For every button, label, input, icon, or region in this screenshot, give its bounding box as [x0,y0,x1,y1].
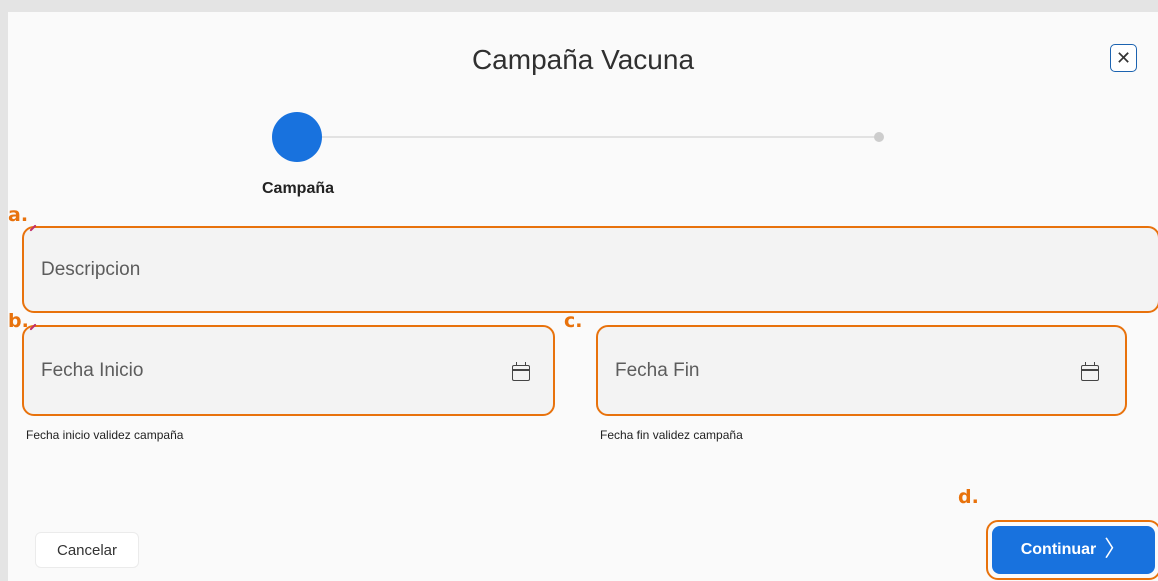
descripcion-input[interactable] [24,228,1158,311]
fecha-inicio-helper: Fecha inicio validez campaña [26,428,184,442]
continue-label: Continuar [1020,541,1097,558]
fecha-fin-input[interactable] [598,327,1125,414]
fecha-fin-field [596,325,1127,416]
step-1-indicator [272,112,322,162]
step-2-indicator [874,132,884,142]
descripcion-field [22,224,1158,313]
continue-button[interactable]: Continuar 〉 [992,526,1155,574]
campaign-dialog: Campaña Vacuna ✕ Campaña a. b. Fecha ini… [8,12,1158,581]
dialog-title: Campaña Vacuna [471,44,695,75]
calendar-icon[interactable] [512,362,530,381]
cancel-button[interactable]: Cancelar [35,532,139,568]
fecha-fin-helper: Fecha fin validez campaña [600,428,743,442]
chevron-right-icon: 〉 [1104,536,1127,561]
annotation-a: a. [8,204,29,226]
fecha-inicio-field [22,323,555,416]
step-1-label: Campaña [261,180,335,197]
step-connector [322,136,878,138]
close-button[interactable]: ✕ [1110,44,1137,72]
annotation-d: d. [958,486,979,508]
fecha-inicio-input[interactable] [24,327,553,414]
close-icon: ✕ [1115,47,1132,68]
annotation-c: c. [564,310,583,332]
calendar-icon[interactable] [1081,362,1099,381]
